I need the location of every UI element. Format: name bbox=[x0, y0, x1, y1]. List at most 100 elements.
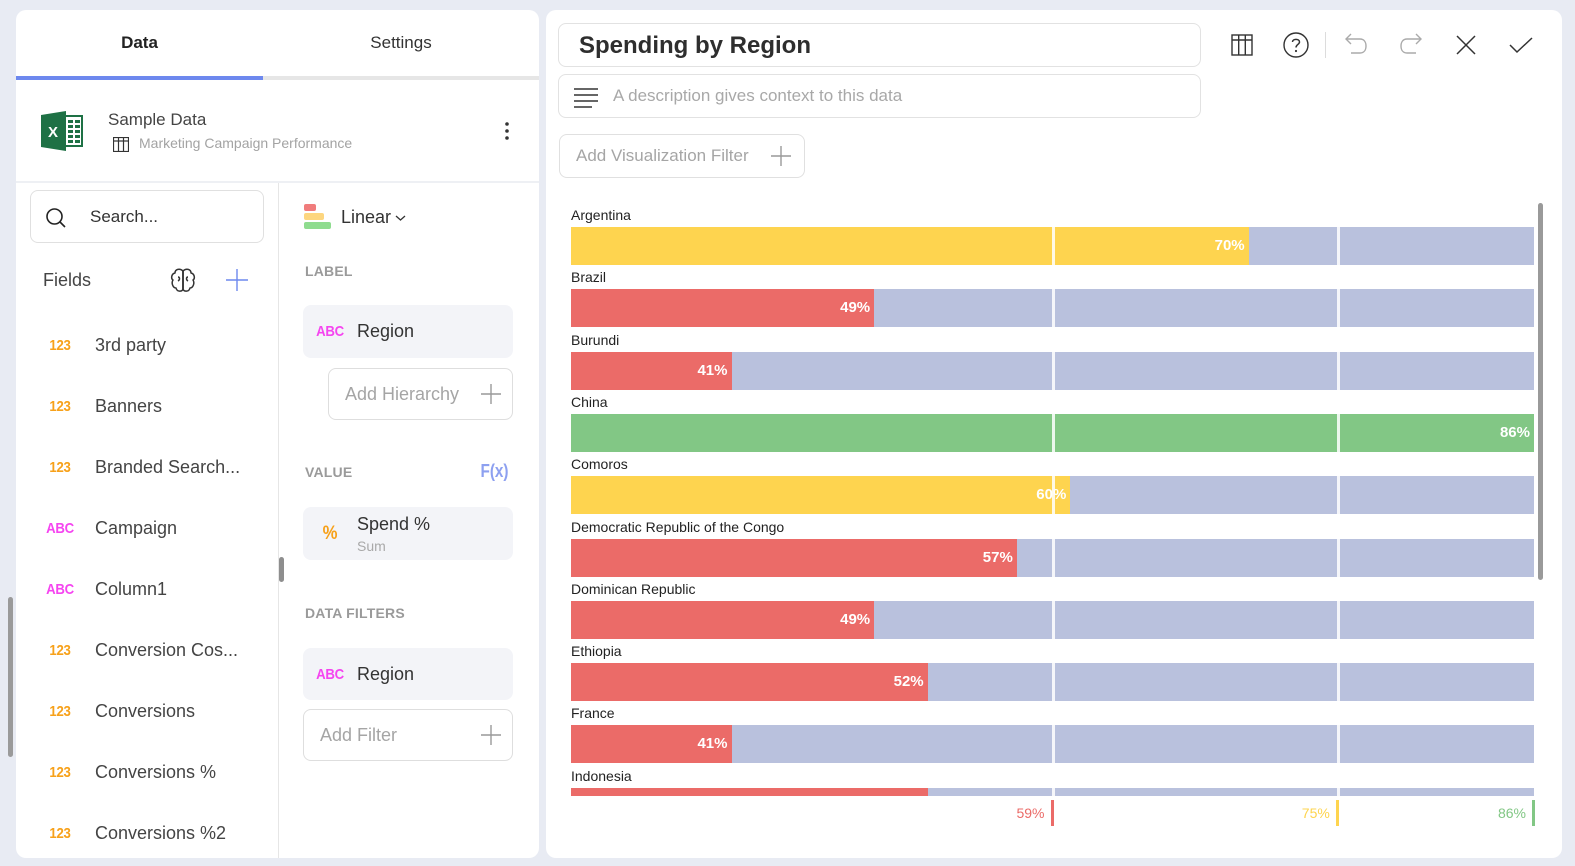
filter-field-name: Region bbox=[357, 663, 415, 684]
field-item[interactable]: 123 3rd party bbox=[40, 325, 270, 365]
bar-track[interactable]: 86% bbox=[571, 413, 1534, 452]
plus-icon bbox=[771, 146, 791, 166]
bar-track[interactable]: 57% bbox=[571, 538, 1534, 577]
visualization-title: Spending by Region bbox=[579, 32, 811, 59]
threshold-label: 86% bbox=[1497, 805, 1526, 821]
field-type-number-icon: 123 bbox=[49, 702, 71, 720]
field-item[interactable]: 123 Conversions %2 bbox=[40, 813, 270, 853]
field-type-number-icon: 123 bbox=[49, 458, 71, 476]
field-type-text-icon: ABC bbox=[46, 580, 74, 598]
field-type-number-icon: 123 bbox=[49, 763, 71, 781]
field-label: Branded Search... bbox=[95, 456, 241, 477]
bar-value-label: 49% bbox=[840, 299, 871, 317]
field-type-text-icon: ABC bbox=[316, 323, 344, 340]
field-item[interactable]: 123 Branded Search... bbox=[40, 447, 270, 487]
fields-scrollbar[interactable] bbox=[279, 557, 284, 582]
linear-gauge-icon bbox=[304, 204, 331, 230]
band-divider bbox=[1051, 351, 1055, 390]
band-divider bbox=[1051, 787, 1055, 796]
label-section-title: LABEL bbox=[305, 263, 353, 279]
field-item[interactable]: ABC Campaign bbox=[40, 508, 270, 548]
visualization-type-dropdown[interactable]: Linear bbox=[341, 207, 406, 228]
tab-indicator-active bbox=[16, 76, 263, 80]
band-divider bbox=[1336, 227, 1340, 265]
bar-track[interactable]: 41% bbox=[571, 351, 1534, 390]
band-divider bbox=[1336, 351, 1340, 390]
bar-track[interactable] bbox=[571, 787, 1534, 796]
bar-track[interactable]: 41% bbox=[571, 725, 1534, 764]
check-icon bbox=[1509, 37, 1533, 54]
field-type-number-icon: 123 bbox=[49, 397, 71, 415]
undo-button[interactable] bbox=[1341, 30, 1371, 60]
bar-track[interactable]: 70% bbox=[571, 227, 1534, 265]
close-button[interactable] bbox=[1451, 30, 1481, 60]
visualization-title-input[interactable]: Spending by Region bbox=[558, 23, 1201, 67]
bar-value-label: 52% bbox=[893, 673, 924, 691]
label-field-pill[interactable]: ABC Region bbox=[303, 305, 513, 358]
threshold-label: 75% bbox=[1301, 805, 1330, 821]
bar-category-label: Argentina bbox=[571, 207, 631, 223]
help-button[interactable] bbox=[1281, 30, 1311, 60]
band-divider bbox=[1051, 289, 1055, 328]
add-visualization-filter-button[interactable]: Add Visualization Filter bbox=[559, 134, 805, 178]
add-filter-label: Add Filter bbox=[320, 724, 398, 745]
plus-icon bbox=[481, 725, 501, 745]
more-options-icon[interactable] bbox=[501, 120, 513, 142]
value-field-pill[interactable]: % Spend % Sum bbox=[303, 507, 513, 560]
field-label: Campaign bbox=[95, 517, 178, 538]
bar-value-label: 60% bbox=[1036, 486, 1067, 504]
tab-data[interactable]: Data bbox=[16, 10, 263, 76]
band-divider bbox=[1336, 663, 1340, 702]
field-item[interactable]: 123 Conversions bbox=[40, 691, 270, 731]
data-filters-section-title: DATA FILTERS bbox=[305, 605, 405, 621]
bar-category-label: Burundi bbox=[571, 331, 620, 348]
toolbar-separator bbox=[1325, 32, 1326, 58]
bar-category-label: China bbox=[571, 393, 608, 410]
bar-value-label: 49% bbox=[840, 610, 871, 628]
field-item[interactable]: 123 Banners bbox=[40, 386, 270, 426]
confirm-button[interactable] bbox=[1506, 30, 1536, 60]
bar-category-label: Dominican Republic bbox=[571, 580, 696, 597]
add-filter-button[interactable]: Add Filter bbox=[303, 709, 513, 761]
add-field-icon[interactable] bbox=[225, 268, 249, 292]
tab-indicator-track bbox=[263, 76, 539, 80]
bar-category-label: Democratic Republic of the Congo bbox=[571, 518, 785, 535]
description-input[interactable]: A description gives context to this data bbox=[558, 74, 1201, 118]
bar-track[interactable]: 49% bbox=[571, 289, 1534, 328]
value-field-name: Spend % bbox=[357, 513, 431, 534]
visualization-panel: Spending by Region A description gives c… bbox=[546, 10, 1562, 858]
bar-category-label: Indonesia bbox=[571, 767, 632, 784]
bar-value-label bbox=[571, 788, 924, 796]
add-hierarchy-label: Add Hierarchy bbox=[345, 383, 460, 404]
threshold-label: 59% bbox=[1016, 805, 1045, 821]
filter-field-pill[interactable]: ABC Region bbox=[303, 648, 513, 700]
text-lines-icon bbox=[574, 87, 598, 114]
bar-value-label: 70% bbox=[1214, 237, 1245, 254]
bar-track[interactable]: 60% bbox=[571, 476, 1534, 515]
band-divider bbox=[1336, 289, 1340, 328]
formula-button[interactable]: F(x) bbox=[480, 461, 508, 482]
value-section-title: VALUE bbox=[305, 464, 353, 480]
field-type-number-icon: 123 bbox=[49, 824, 71, 842]
field-type-number-icon: 123 bbox=[49, 336, 71, 354]
search-icon bbox=[45, 207, 67, 234]
field-item[interactable]: 123 Conversion Cos... bbox=[40, 630, 270, 670]
page-scrollbar[interactable] bbox=[8, 597, 13, 757]
bar-track[interactable]: 49% bbox=[571, 600, 1534, 639]
field-label: Conversions % bbox=[95, 761, 217, 782]
add-hierarchy-button[interactable]: Add Hierarchy bbox=[328, 368, 513, 420]
bar-track[interactable]: 52% bbox=[571, 663, 1534, 702]
field-label: Conversion Cos... bbox=[95, 639, 239, 660]
bar-category-label: France bbox=[571, 705, 615, 722]
brain-icon[interactable] bbox=[170, 268, 196, 293]
field-item[interactable]: 123 Conversions % bbox=[40, 752, 270, 792]
redo-button[interactable] bbox=[1396, 30, 1426, 60]
field-item[interactable]: ABC Column1 bbox=[40, 569, 270, 609]
tab-settings[interactable]: Settings bbox=[263, 10, 539, 76]
table-view-button[interactable] bbox=[1227, 30, 1257, 60]
table-icon bbox=[112, 136, 130, 153]
chart-scrollbar[interactable] bbox=[1538, 203, 1543, 580]
field-search-input[interactable]: Search... bbox=[30, 190, 264, 243]
field-type-text-icon: ABC bbox=[46, 519, 74, 537]
description-placeholder: A description gives context to this data bbox=[613, 86, 903, 105]
